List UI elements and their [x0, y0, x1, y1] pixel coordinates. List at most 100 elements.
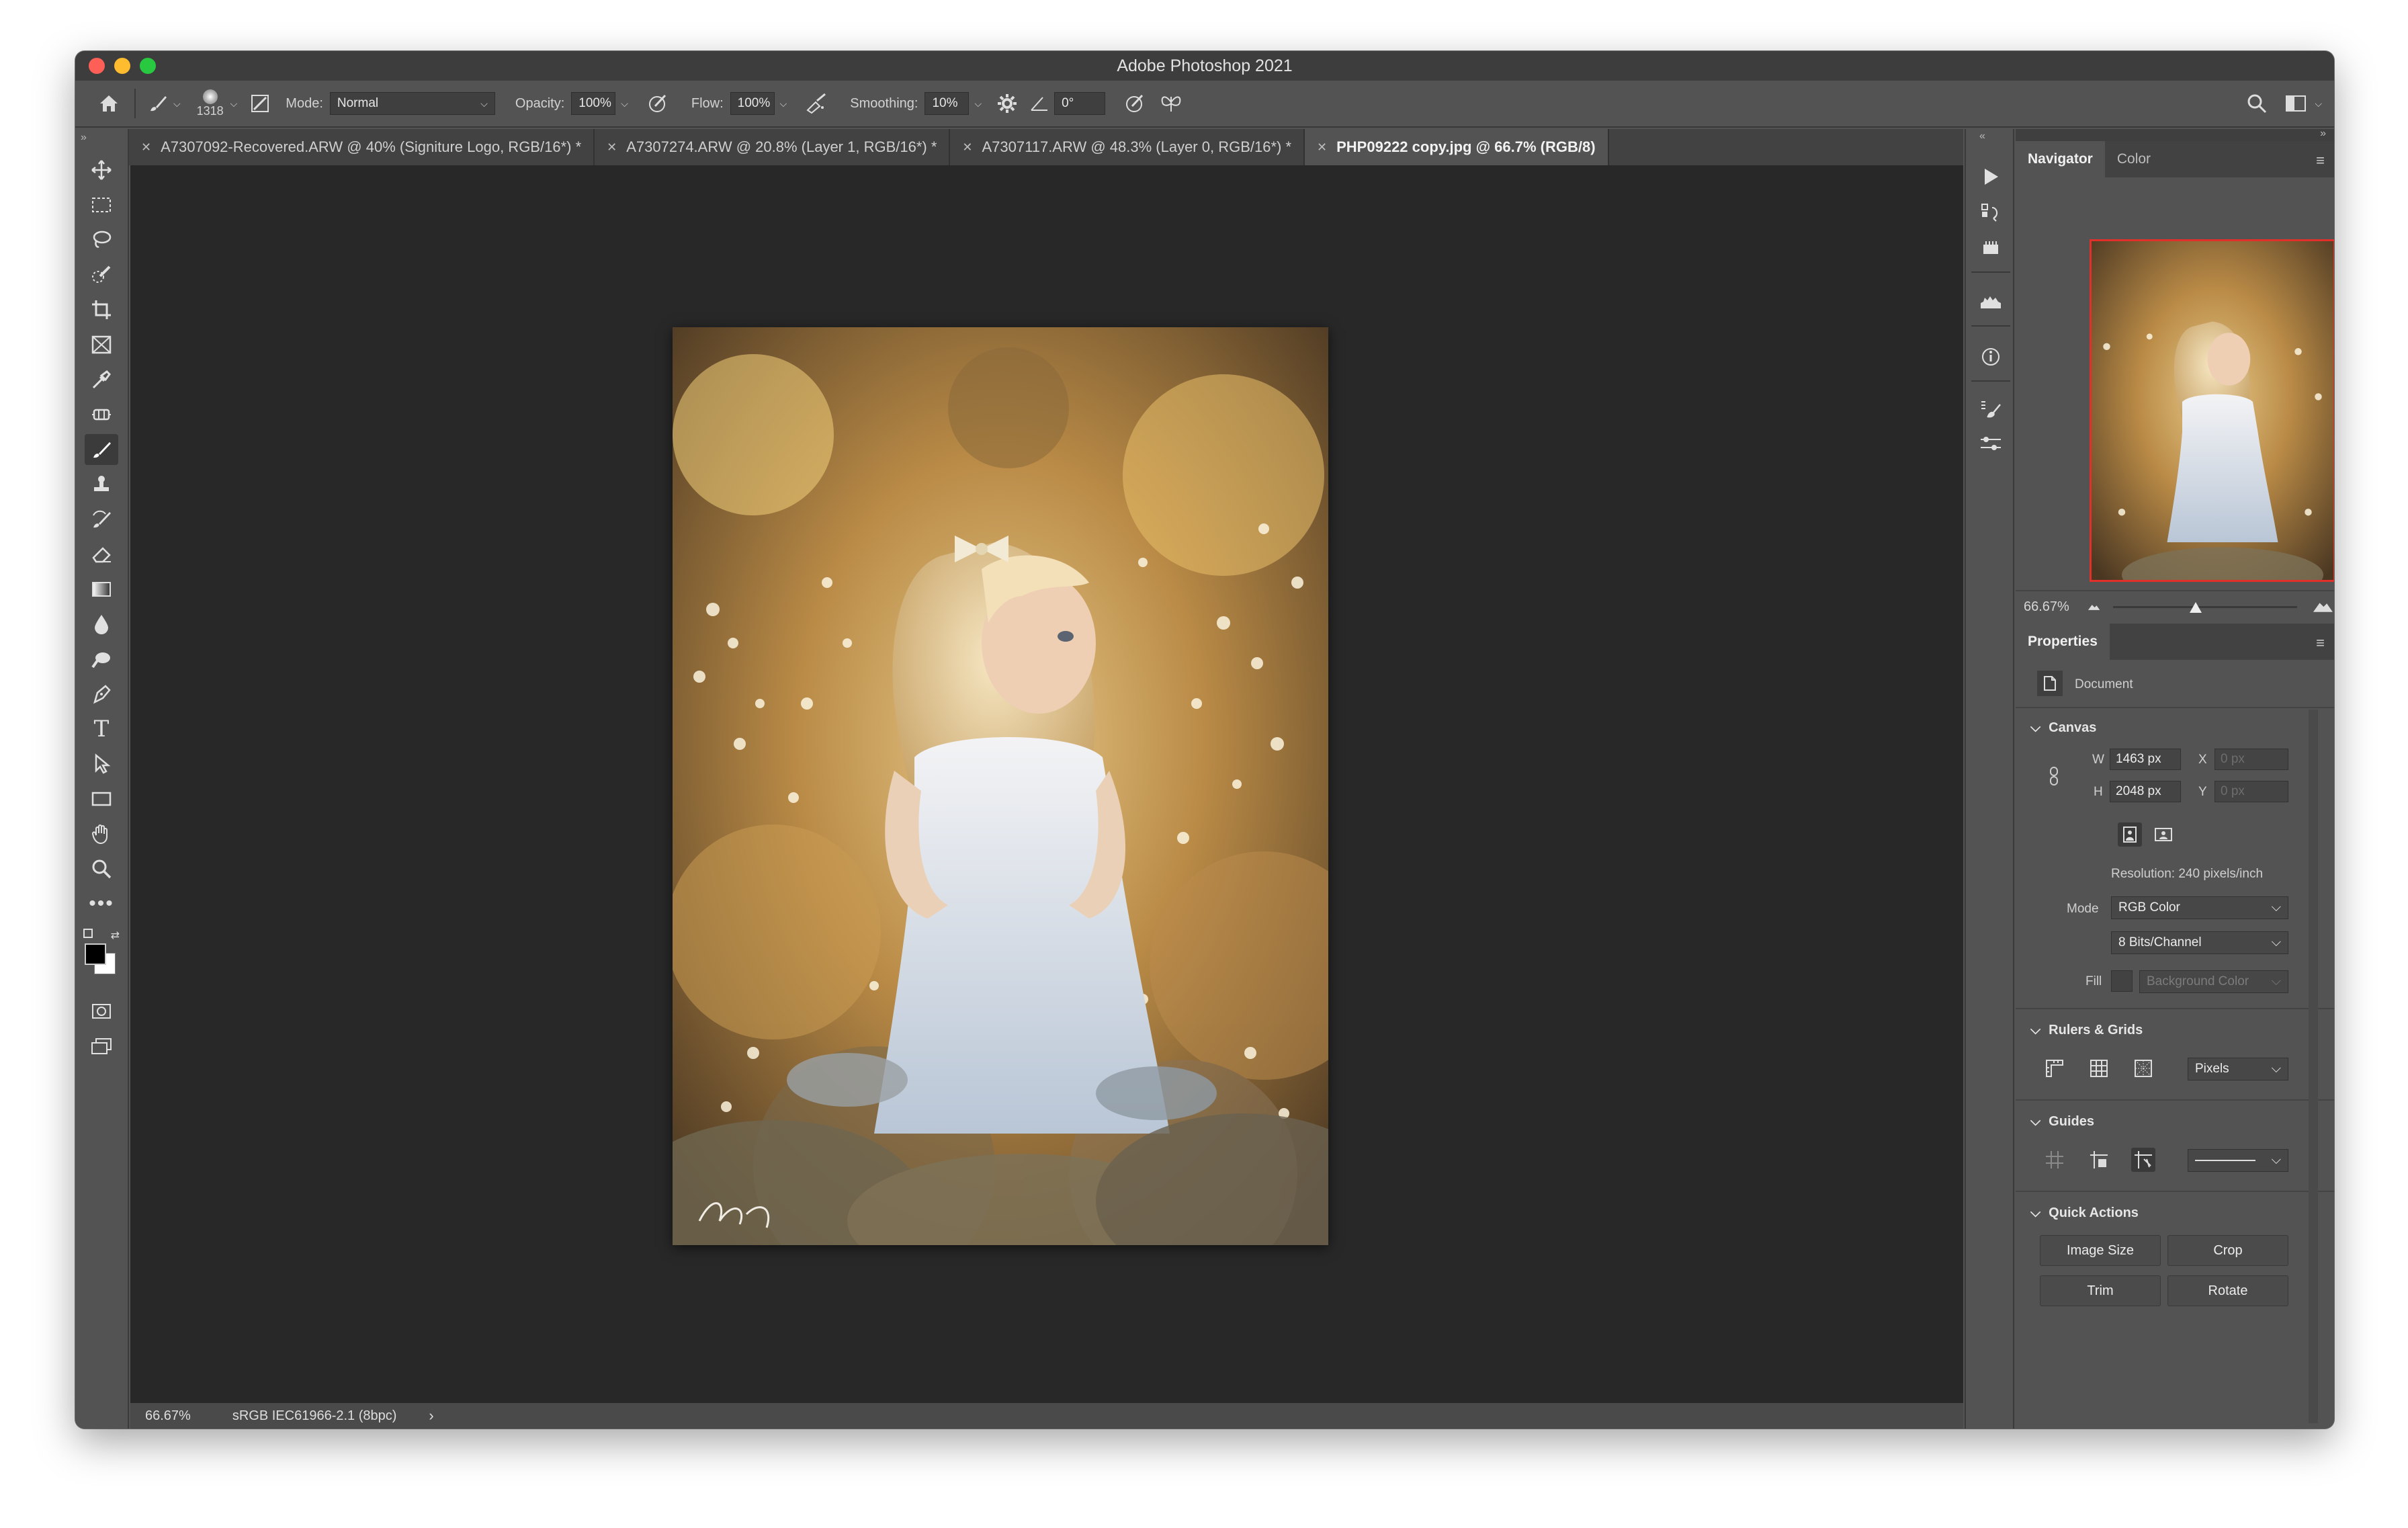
canvas-area[interactable]	[130, 165, 1963, 1403]
panel-menu-icon[interactable]: ≡	[2316, 152, 2325, 169]
history-icon[interactable]	[1977, 199, 2005, 227]
hand-tool-icon[interactable]	[85, 818, 118, 849]
document-tab[interactable]: ✕ A7307274.ARW @ 20.8% (Layer 1, RGB/16*)…	[595, 129, 951, 165]
brush-tool-icon[interactable]	[85, 434, 118, 465]
mode-select[interactable]: Normal ⌵	[329, 92, 495, 115]
default-colors-icon[interactable]	[83, 929, 93, 938]
status-zoom[interactable]: 66.67%	[145, 1408, 191, 1424]
pen-tool-icon[interactable]	[85, 679, 118, 710]
healing-brush-tool-icon[interactable]	[85, 399, 118, 430]
clone-stamp-tool-icon[interactable]	[85, 469, 118, 500]
zoom-in-mountain-icon[interactable]	[2312, 600, 2334, 613]
chevron-down-icon[interactable]: ⌵	[780, 98, 787, 110]
zoom-window-button[interactable]	[140, 58, 156, 74]
move-tool-icon[interactable]	[85, 155, 118, 185]
tab-color[interactable]: Color	[2105, 141, 2163, 177]
close-tab-icon[interactable]: ✕	[141, 140, 151, 155]
link-proportions-icon[interactable]	[2048, 766, 2060, 790]
brush-presets-icon[interactable]	[1977, 395, 2005, 423]
portrait-orientation-icon[interactable]	[2118, 822, 2142, 847]
document-tab[interactable]: ✕ A7307117.ARW @ 48.3% (Layer 0, RGB/16*)…	[950, 129, 1305, 165]
zoom-out-mountain-icon[interactable]	[2087, 602, 2101, 611]
navigator-zoom-slider[interactable]	[2113, 600, 2298, 613]
eyedropper-tool-icon[interactable]	[85, 364, 118, 395]
path-selection-tool-icon[interactable]	[85, 749, 118, 779]
color-mode-select[interactable]: RGB Color ⌵	[2111, 896, 2288, 919]
brush-size-picker[interactable]: 1318	[197, 89, 224, 118]
image-size-button[interactable]: Image Size	[2040, 1235, 2161, 1266]
search-icon[interactable]	[2243, 90, 2270, 117]
blur-tool-icon[interactable]	[85, 609, 118, 640]
canvas-height-input[interactable]: 2048 px	[2110, 781, 2181, 802]
color-swatches[interactable]: ⇄	[81, 929, 121, 982]
screen-mode-icon[interactable]	[85, 1031, 118, 1062]
histogram-icon[interactable]	[1977, 288, 2005, 316]
gradient-tool-icon[interactable]	[85, 574, 118, 605]
fill-select[interactable]: Background Color ⌵	[2139, 970, 2288, 993]
guides-smart-icon[interactable]	[2131, 1148, 2155, 1172]
crop-button[interactable]: Crop	[2167, 1235, 2288, 1266]
smoothing-input[interactable]: 10%	[924, 92, 970, 115]
quick-actions-section-header[interactable]: ⌵ Quick Actions	[2030, 1205, 2139, 1221]
rotate-button[interactable]: Rotate	[2167, 1275, 2288, 1306]
ruler-units-select[interactable]: Pixels ⌵	[2188, 1058, 2288, 1080]
brush-angle-input[interactable]: 0°	[1054, 92, 1106, 115]
tool-preset-picker[interactable]: ⌵	[148, 93, 181, 114]
document-tab-active[interactable]: ✕ PHP09222 copy.jpg @ 66.7% (RGB/8)	[1305, 129, 1609, 165]
type-tool-icon[interactable]: T	[85, 714, 118, 745]
pixel-grid-icon[interactable]	[2131, 1056, 2155, 1080]
canvas-width-input[interactable]: 1463 px	[2110, 749, 2181, 770]
guides-add-icon[interactable]	[2087, 1148, 2111, 1172]
grid-icon[interactable]	[2087, 1056, 2111, 1080]
more-tools-icon[interactable]: •••	[85, 888, 118, 919]
quick-selection-tool-icon[interactable]	[85, 259, 118, 290]
pressure-opacity-icon[interactable]	[644, 90, 671, 117]
navigator-zoom-value[interactable]: 66.67%	[2024, 599, 2069, 615]
info-icon[interactable]	[1977, 343, 2005, 371]
brush-settings-icon[interactable]	[247, 90, 273, 117]
close-window-button[interactable]	[89, 58, 105, 74]
chevron-down-icon[interactable]: ⌵	[974, 98, 982, 110]
rectangle-tool-icon[interactable]	[85, 783, 118, 814]
collapse-panels-icon[interactable]: »	[2320, 128, 2326, 140]
pressure-size-icon[interactable]	[1121, 90, 1148, 117]
document-image[interactable]	[673, 327, 1328, 1245]
home-icon[interactable]	[95, 90, 122, 117]
landscape-orientation-icon[interactable]	[2151, 822, 2176, 847]
brush-settings-panel-icon[interactable]	[1977, 430, 2005, 458]
collapse-toolbar-icon[interactable]: »	[81, 132, 87, 144]
foreground-color-swatch[interactable]	[85, 943, 106, 965]
chevron-down-icon[interactable]: ⌵	[621, 98, 628, 110]
workspace-icon[interactable]	[2282, 90, 2309, 117]
libraries-icon[interactable]	[1977, 234, 2005, 262]
lasso-tool-icon[interactable]	[85, 224, 118, 255]
eraser-tool-icon[interactable]	[85, 539, 118, 570]
status-expand-icon[interactable]: ›	[429, 1407, 433, 1425]
panel-menu-icon[interactable]: ≡	[2316, 634, 2325, 652]
crop-tool-icon[interactable]	[85, 294, 118, 325]
fill-color-swatch[interactable]	[2111, 970, 2133, 992]
trim-button[interactable]: Trim	[2040, 1275, 2161, 1306]
quick-mask-icon[interactable]	[85, 996, 118, 1027]
flow-input[interactable]: 100%	[730, 92, 775, 115]
airbrush-icon[interactable]	[803, 90, 830, 117]
rulers-grids-section-header[interactable]: ⌵ Rulers & Grids	[2030, 1023, 2143, 1038]
chevron-down-icon[interactable]: ⌵	[2315, 98, 2322, 110]
frame-tool-icon[interactable]	[85, 329, 118, 360]
expand-panels-icon[interactable]: «	[1979, 130, 1985, 142]
zoom-tool-icon[interactable]	[85, 853, 118, 884]
history-brush-tool-icon[interactable]	[85, 504, 118, 535]
guides-show-icon[interactable]	[2042, 1148, 2067, 1172]
canvas-x-input[interactable]: 0 px	[2214, 749, 2288, 770]
slider-thumb[interactable]	[2190, 602, 2202, 613]
tab-properties[interactable]: Properties	[2016, 624, 2110, 660]
marquee-tool-icon[interactable]	[85, 189, 118, 220]
actions-play-icon[interactable]	[1977, 163, 2005, 191]
close-tab-icon[interactable]: ✕	[962, 140, 972, 155]
swap-colors-icon[interactable]: ⇄	[111, 929, 120, 942]
minimize-window-button[interactable]	[114, 58, 130, 74]
gear-icon[interactable]	[994, 90, 1021, 117]
guide-style-select[interactable]: ⌵	[2188, 1149, 2288, 1172]
opacity-input[interactable]: 100%	[571, 92, 616, 115]
close-tab-icon[interactable]: ✕	[607, 140, 617, 155]
